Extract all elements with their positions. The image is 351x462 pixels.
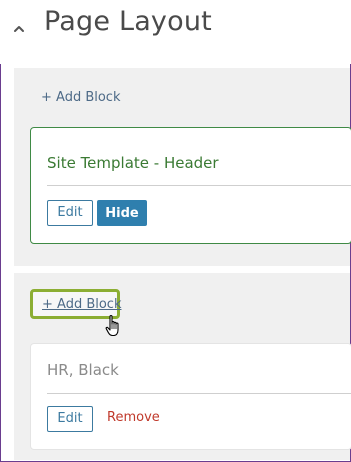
edit-button[interactable]: Edit [47, 200, 93, 226]
hand-pointer-icon [105, 315, 119, 337]
add-block-link[interactable]: + Add Block [41, 90, 121, 105]
layout-section-2: + Add Block HR, Black Edit Remove [14, 273, 351, 460]
block-title: HR, Black [47, 361, 119, 379]
page-layout-header: Page Layout [0, 0, 351, 64]
hide-button[interactable]: Hide [97, 200, 147, 226]
block-card-site-template-header[interactable]: Site Template - Header Edit Hide [30, 127, 351, 244]
block-divider [47, 393, 351, 394]
layout-section-1: + Add Block Site Template - Header Edit … [14, 68, 351, 266]
edit-button[interactable]: Edit [47, 406, 93, 432]
chevron-up-icon[interactable] [12, 22, 26, 36]
block-divider [47, 185, 351, 186]
page-title: Page Layout [44, 6, 212, 37]
block-title: Site Template - Header [47, 154, 219, 172]
block-card-hr-black[interactable]: HR, Black Edit Remove [30, 343, 351, 450]
remove-button[interactable]: Remove [107, 410, 160, 425]
add-block-link[interactable]: + Add Block [42, 297, 122, 312]
